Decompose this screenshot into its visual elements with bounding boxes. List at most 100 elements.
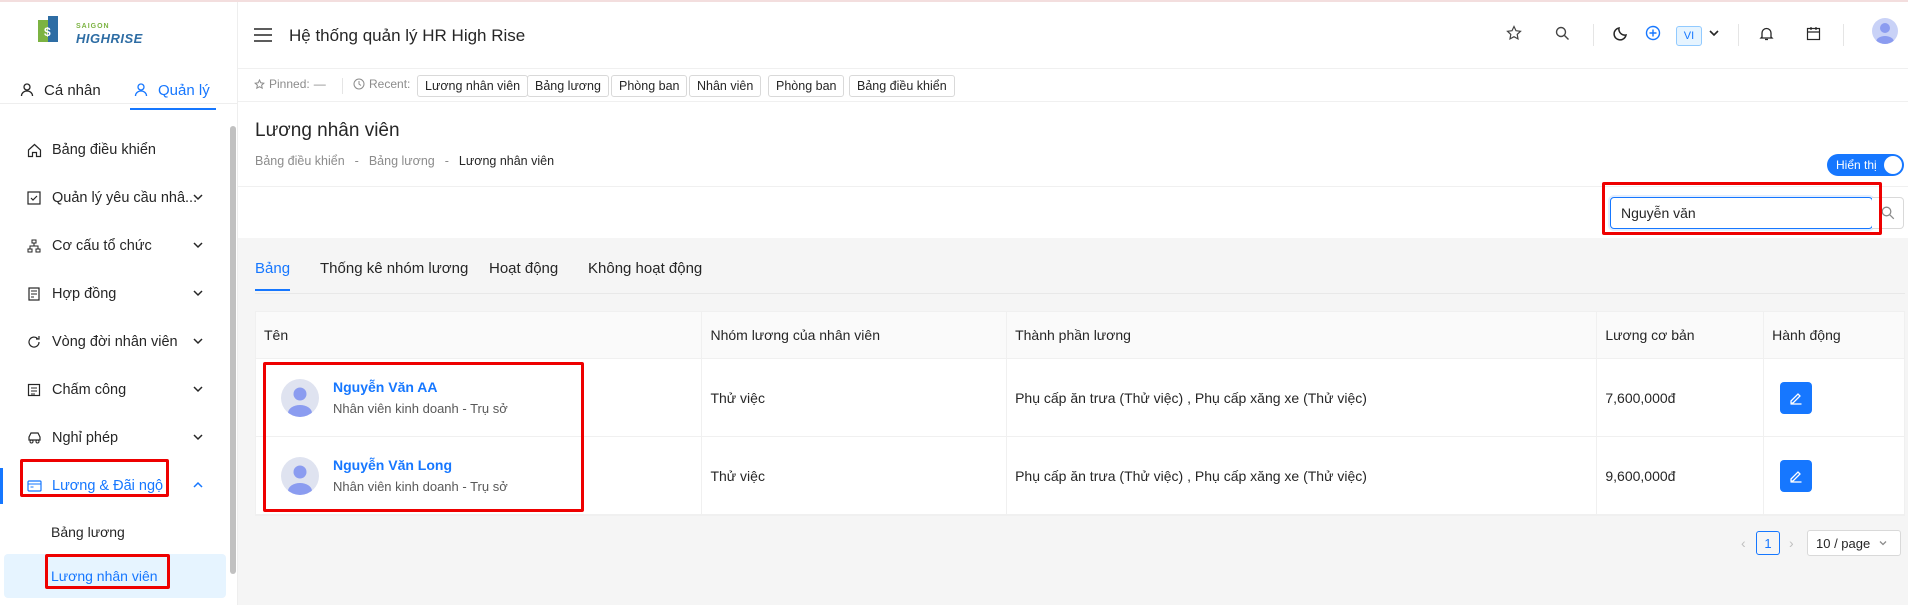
recent-label: Recent: [369,77,411,91]
checkbox-icon [26,190,42,206]
column-header[interactable]: Lương cơ bản [1597,312,1765,358]
header-divider [1738,24,1739,46]
recent-chip[interactable]: Lương nhân viên [417,75,529,97]
page-header: Lương nhân viên Bảng điều khiển - Bảng l… [238,102,1908,186]
cycle-icon [26,334,42,350]
pinned-recent-bar: Pinned: — Recent: Lương nhân viên Bảng l… [238,68,1908,102]
brand-logo[interactable]: $ SAIGON HIGHRISE [36,14,166,50]
hamburger-menu-icon[interactable] [254,28,272,42]
tab-manage[interactable]: Quản lý [130,76,216,110]
pinbar-divider [342,78,343,94]
chevron-down-icon[interactable] [1705,24,1723,42]
user-avatar-icon [288,387,312,417]
sidebar-subitem-employee-salary[interactable]: Lương nhân viên [4,554,226,598]
name-cell: Nguyễn Văn Long Nhân viên kinh doanh - T… [256,437,703,514]
payroll-icon [26,478,42,494]
sidebar-menu: Bảng điều khiển Quản lý yêu cầu nhâ... C… [0,126,230,598]
sidebar-item-dashboard[interactable]: Bảng điều khiển [0,126,230,174]
sidebar-item-timekeeping[interactable]: Chấm công [0,366,230,414]
sidebar-item-leave[interactable]: Nghỉ phép [0,414,230,462]
recent-chip[interactable]: Phòng ban [768,75,845,97]
breadcrumb-item[interactable]: Bảng điều khiển [255,154,345,168]
column-header: Hành động [1772,327,1841,343]
employee-avatar [281,456,319,495]
sidebar-item-employee-lifecycle[interactable]: Vòng đời nhân viên [0,318,230,366]
recent-chip[interactable]: Phòng ban [611,75,688,97]
next-page-icon[interactable]: › [1789,535,1794,551]
clock-icon [353,78,365,90]
table-row: Nguyễn Văn AA Nhân viên kinh doanh - Trụ… [256,359,1904,437]
page-size-select[interactable]: 10 / page [1807,530,1901,556]
page-size-value: 10 / page [1816,535,1871,551]
header-divider [1843,24,1844,46]
breadcrumb: Bảng điều khiển - Bảng lương - Lương nhâ… [255,154,554,168]
search-icon[interactable] [1553,24,1571,42]
salary-table: Tên Nhóm lương của nhân viên Thành phần … [255,311,1905,516]
recent-chip[interactable]: Nhân viên [689,75,762,97]
breadcrumb-separator: - [354,154,359,168]
search-button[interactable] [1872,197,1904,229]
edit-button[interactable] [1780,381,1813,414]
tab-personal-label: Cá nhân [44,81,101,99]
salary-components-cell: Phụ cấp ăn trưa (Thử việc) , Phụ cấp xăn… [1007,437,1598,514]
chevron-up-icon [193,481,203,488]
pinned-group: Pinned: — [254,77,326,91]
employee-name-link[interactable]: Nguyễn Văn AA [333,379,508,395]
column-header[interactable]: Nhóm lương của nhân viên [702,312,1008,358]
base-salary-cell: 7,600,000đ [1597,359,1765,436]
bell-icon[interactable] [1757,24,1775,42]
recent-chip[interactable]: Bảng điều khiển [849,75,955,97]
toggle-knob [1884,156,1902,174]
calendar-icon[interactable] [1804,24,1822,42]
timesheet-icon [26,382,42,398]
language-selector[interactable]: VI [1676,26,1702,46]
employee-name-link[interactable]: Nguyễn Văn Long [333,457,508,473]
moon-icon[interactable] [1612,24,1630,42]
tab-salary-group-stats[interactable]: Thống kê nhóm lương [320,260,468,277]
add-circle-icon[interactable] [1644,24,1662,42]
name-cell: Nguyễn Văn AA Nhân viên kinh doanh - Trụ… [256,359,703,436]
sidebar: $ SAIGON HIGHRISE Cá nhân Quản lý Bảng đ… [0,2,238,605]
org-chart-icon [26,238,42,254]
tab-inactive[interactable]: Không hoạt động [588,260,702,277]
breadcrumb-item[interactable]: Bảng lương [369,154,435,168]
sidebar-scrollbar[interactable] [230,126,236,574]
action-cell [1764,359,1904,436]
content-tabs: Bảng Thống kê nhóm lương Hoạt động Không… [255,256,1905,294]
tab-personal[interactable]: Cá nhân [20,76,101,104]
display-toggle[interactable]: Hiển thị [1827,154,1904,176]
recent-chip[interactable]: Bảng lương [527,75,609,97]
svg-text:$: $ [44,25,51,39]
app-title: Hệ thống quản lý HR High Rise [289,26,526,45]
chevron-down-icon [193,338,203,345]
page-number[interactable]: 1 [1756,531,1780,555]
column-header[interactable]: Thành phần lương [1007,312,1598,358]
tab-table[interactable]: Bảng [255,260,291,291]
pagination-current-wrap: 1 [1756,531,1780,555]
tab-active[interactable]: Hoạt động [489,260,558,277]
contract-icon [26,286,42,302]
search-input[interactable]: Nguyễn văn [1610,197,1873,229]
edit-icon [1790,392,1802,405]
page-size-wrap: 10 / page [1807,530,1901,556]
employee-position: Nhân viên kinh doanh - Trụ sở [333,401,508,416]
chevron-down-icon [193,386,203,393]
sidebar-item-org-structure[interactable]: Cơ cấu tổ chức [0,222,230,270]
sidebar-subitem-label: Lương nhân viên [51,568,158,584]
pinned-value: — [313,77,326,91]
sidebar-subitem-payroll[interactable]: Bảng lương [0,510,230,554]
user-mode-tabs: Cá nhân Quản lý [0,70,238,110]
column-header[interactable]: Tên [256,312,703,358]
edit-button[interactable] [1780,459,1813,492]
user-avatar-icon [288,465,312,495]
sidebar-item-label: Chấm công [52,382,127,398]
table-row: Nguyễn Văn Long Nhân viên kinh doanh - T… [256,437,1904,515]
sidebar-item-payroll-benefits[interactable]: Lương & Đãi ngộ [0,462,230,510]
user-avatar[interactable] [1872,18,1898,44]
sidebar-item-requests[interactable]: Quản lý yêu cầu nhâ... [0,174,230,222]
sidebar-item-contracts[interactable]: Hợp đồng [0,270,230,318]
star-icon[interactable] [1505,24,1523,42]
sidebar-item-label: Nghỉ phép [52,430,119,446]
brand-big-text: HIGHRISE [76,31,143,46]
prev-page-icon[interactable]: ‹ [1741,535,1746,551]
